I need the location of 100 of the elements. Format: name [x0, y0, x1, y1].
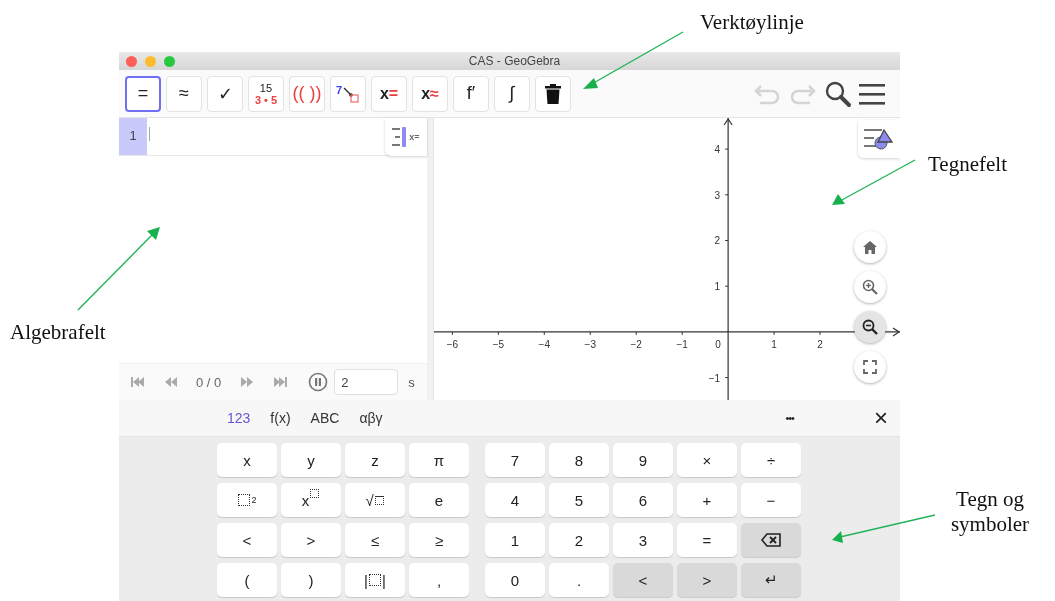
annotation-label: Verktøylinje	[700, 10, 804, 36]
tick-label: 3	[714, 189, 721, 201]
tool-button[interactable]: (( ))	[289, 75, 325, 112]
frame-counter: 0 / 0	[196, 374, 222, 390]
speed-field[interactable]: 2	[334, 369, 399, 395]
tool-button[interactable]: x≈	[412, 75, 448, 112]
key[interactable]: 1	[485, 523, 545, 557]
more-button[interactable]: •••	[781, 408, 798, 428]
key[interactable]: ↵	[741, 563, 801, 597]
keyboard-tab[interactable]: αβγ	[351, 406, 391, 430]
tick-label: −4	[538, 338, 550, 350]
key[interactable]: (	[217, 563, 277, 597]
tick-label: 1	[714, 281, 721, 293]
algebra-style-button[interactable]: x=	[385, 118, 427, 156]
maximize-window-button[interactable]	[164, 55, 175, 67]
key[interactable]: x	[281, 483, 341, 517]
key[interactable]: ×	[677, 443, 737, 477]
key[interactable]: | |	[345, 563, 405, 597]
keyboard-tab[interactable]: ABC	[302, 406, 348, 430]
tool-button[interactable]: ∫	[494, 75, 530, 112]
tool-button[interactable]	[535, 75, 571, 112]
home-icon	[863, 240, 877, 254]
tick-label: 2	[714, 235, 721, 247]
rewind-icon[interactable]	[165, 377, 178, 387]
key[interactable]: x	[217, 443, 277, 477]
tick-label: 1	[771, 338, 777, 350]
search-button[interactable]	[824, 79, 852, 108]
minimize-window-button[interactable]	[145, 55, 156, 67]
close-window-button[interactable]	[126, 55, 137, 67]
skip-back-icon[interactable]	[131, 377, 145, 387]
backspace-key[interactable]	[741, 523, 801, 557]
key[interactable]: <	[613, 563, 673, 597]
keyboard-tab[interactable]: 123	[219, 406, 259, 430]
annotation-label: Tegn og symboler	[949, 487, 1031, 538]
fast-forward-icon[interactable]	[241, 377, 255, 387]
tick-label: −1	[676, 338, 688, 350]
key[interactable]: .	[549, 563, 609, 597]
fullscreen-icon	[863, 360, 877, 374]
origin-label: 0	[715, 338, 721, 350]
tick-label: 2	[817, 338, 823, 350]
key[interactable]: z	[345, 443, 405, 477]
key[interactable]: ,	[409, 563, 469, 597]
key[interactable]: <	[217, 523, 277, 557]
key[interactable]: >	[677, 563, 737, 597]
key[interactable]: y	[281, 443, 341, 477]
close-button[interactable]: ×	[870, 406, 892, 430]
tick-label: −1	[708, 372, 721, 384]
annotation-label: Tegnefelt	[928, 152, 1007, 178]
key[interactable]: 8	[549, 443, 609, 477]
key[interactable]: √	[345, 483, 405, 517]
fullscreen-button[interactable]	[854, 351, 886, 383]
skip-forward-icon[interactable]	[274, 377, 289, 387]
key[interactable]: 7	[485, 443, 545, 477]
tool-button[interactable]: x=	[371, 75, 407, 112]
tool-button[interactable]: 7	[330, 75, 366, 112]
list-icon	[392, 126, 409, 148]
key[interactable]: ≥	[409, 523, 469, 557]
annotation-label: Algebrafelt	[10, 320, 106, 346]
tool-button[interactable]: =	[125, 75, 161, 112]
key[interactable]: ≤	[345, 523, 405, 557]
tool-button[interactable]: ≈	[166, 75, 202, 112]
zoom-in-icon	[862, 279, 878, 295]
tool-button[interactable]: f′	[453, 75, 489, 112]
window-title: CAS - GeoGebra	[468, 54, 561, 68]
keyboard-tab[interactable]: f(x)	[262, 406, 299, 430]
zoom-out-button[interactable]	[854, 311, 886, 343]
tick-label: 4	[714, 144, 721, 156]
tick-label: −5	[492, 338, 505, 350]
key[interactable]: 4	[485, 483, 545, 517]
tool-button[interactable]: 15 3 • 5	[248, 75, 284, 112]
tick-label: −2	[630, 338, 642, 350]
row-number[interactable]: 1	[119, 118, 147, 155]
key[interactable]: 9	[613, 443, 673, 477]
key[interactable]: 2	[217, 483, 277, 517]
tick-label: −3	[584, 338, 596, 350]
key[interactable]: =	[677, 523, 737, 557]
tick-label: −6	[446, 338, 459, 350]
unit-label: s	[408, 374, 415, 390]
key[interactable]: )	[281, 563, 341, 597]
key[interactable]: e	[409, 483, 469, 517]
pause-icon[interactable]	[308, 372, 329, 392]
key[interactable]: π	[409, 443, 469, 477]
key[interactable]: 3	[613, 523, 673, 557]
key[interactable]: +	[677, 483, 737, 517]
home-button[interactable]	[854, 231, 886, 263]
key[interactable]: 0	[485, 563, 545, 597]
key[interactable]: 6	[613, 483, 673, 517]
key[interactable]: ÷	[741, 443, 801, 477]
tool-button[interactable]: ✓	[207, 75, 243, 112]
zoom-out-icon	[862, 319, 878, 335]
menu-button[interactable]	[858, 81, 886, 106]
key[interactable]: 2	[549, 523, 609, 557]
shapes-icon	[864, 127, 894, 151]
graphics-style-button[interactable]	[858, 120, 900, 158]
backspace-icon	[761, 533, 781, 547]
key[interactable]: 5	[549, 483, 609, 517]
zoom-in-button[interactable]	[854, 271, 886, 303]
key[interactable]: >	[281, 523, 341, 557]
trash-icon	[545, 83, 561, 104]
key[interactable]: −	[741, 483, 801, 517]
